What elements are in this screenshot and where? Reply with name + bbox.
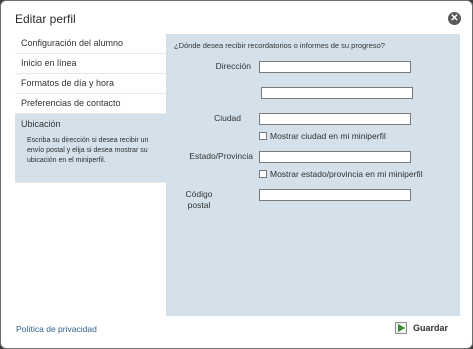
postal-code-label-line2: postal <box>187 200 211 210</box>
sidebar: Configuración del alumno Inicio en línea… <box>15 34 166 183</box>
sidebar-item-location-description: Escriba su dirección si desea recibir un… <box>27 137 149 164</box>
address-label: Dirección <box>215 61 251 71</box>
edit-profile-dialog: Editar perfil ✕ Configuración del alumno… <box>0 0 473 349</box>
postal-code-label-line1: Código <box>185 189 213 199</box>
dialog-title: Editar perfil <box>15 12 76 26</box>
address-line2-input[interactable] <box>261 87 413 99</box>
sidebar-item-location[interactable]: Ubicación Escriba su dirección si desea … <box>15 114 166 183</box>
postal-code-label: Código postal <box>158 189 240 211</box>
address-line1-input[interactable] <box>259 61 411 73</box>
location-form-panel: ¿Dónde desea recibir recordatorios o inf… <box>166 34 460 316</box>
show-state-checkbox[interactable] <box>259 170 267 178</box>
show-city-label: Mostrar ciudad en mi miniperfil <box>270 131 386 141</box>
privacy-policy-link[interactable]: Política de privacidad <box>16 324 97 334</box>
sidebar-item-location-label: Ubicación <box>21 119 61 129</box>
play-arrow-icon <box>395 322 407 334</box>
city-input[interactable] <box>259 113 411 125</box>
postal-code-input[interactable] <box>259 189 411 201</box>
sidebar-item-contact-preferences[interactable]: Preferencias de contacto <box>15 94 166 114</box>
state-label: Estado/Provincia <box>189 151 253 161</box>
close-icon[interactable]: ✕ <box>448 12 461 25</box>
sidebar-item-student-settings[interactable]: Configuración del alumno <box>15 34 166 54</box>
show-state-label: Mostrar estado/provincia en mi miniperfi… <box>270 169 423 179</box>
sidebar-item-online-start[interactable]: Inicio en línea <box>15 54 166 74</box>
form-question: ¿Dónde desea recibir recordatorios o inf… <box>174 41 385 50</box>
show-city-checkbox[interactable] <box>259 132 267 140</box>
save-button[interactable]: Guardar <box>395 321 448 335</box>
city-label: Ciudad <box>214 113 241 123</box>
state-input[interactable] <box>259 151 411 163</box>
sidebar-item-date-time-formats[interactable]: Formatos de día y hora <box>15 74 166 94</box>
save-button-label: Guardar <box>413 323 449 333</box>
